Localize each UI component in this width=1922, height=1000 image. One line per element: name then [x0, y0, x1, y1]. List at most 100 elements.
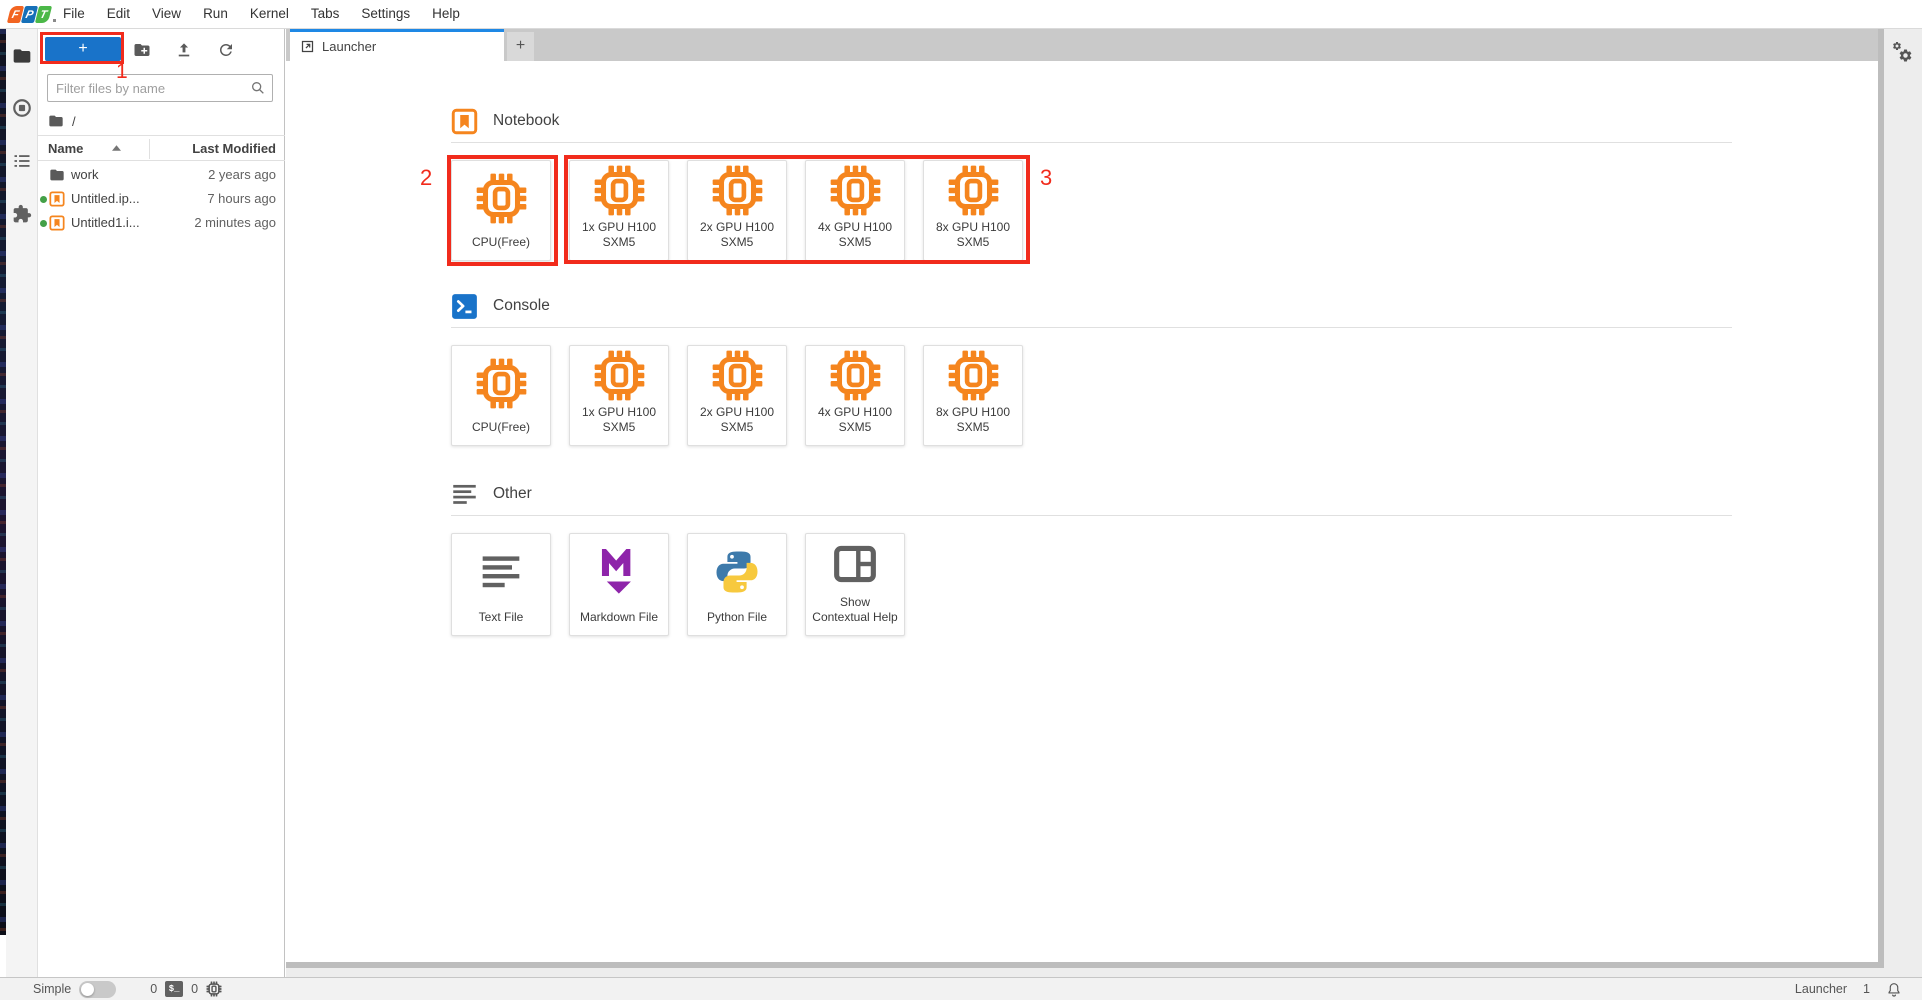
launcher-card-console-1x-gpu-h100[interactable]: 1x GPU H100 SXM5	[569, 345, 669, 446]
section-divider	[451, 142, 1732, 143]
menu-items: File Edit View Run Kernel Tabs Settings …	[52, 0, 471, 28]
search-icon	[250, 80, 266, 96]
bell-icon[interactable]	[1886, 981, 1902, 998]
launcher-panel: Notebook CPU(Free) 1x GPU H100 SXM5 2x G…	[286, 61, 1878, 962]
menu-item-file[interactable]: File	[52, 0, 96, 28]
notification-count: 1	[1863, 982, 1870, 996]
console-cards: CPU(Free) 1x GPU H100 SXM5 2x GPU H100 S…	[451, 345, 1732, 446]
card-label: Show Contextual Help	[812, 595, 897, 626]
filter-files-box	[47, 74, 273, 102]
status-bar-right: Launcher 1	[1795, 981, 1902, 998]
tab-launcher[interactable]: Launcher	[290, 29, 504, 61]
file-row-work[interactable]: work 2 years ago	[38, 163, 285, 187]
launcher-card-notebook-4x-gpu-h100[interactable]: 4x GPU H100 SXM5	[805, 160, 905, 261]
card-label: 4x GPU H100 SXM5	[818, 220, 892, 251]
text-file-icon	[479, 534, 523, 610]
launcher-card-markdown-file[interactable]: Markdown File	[569, 533, 669, 636]
status-bar-left: Simple 0 $_ 0	[33, 981, 222, 998]
card-label: CPU(Free)	[472, 235, 530, 251]
kernel-count: 0	[191, 982, 198, 996]
card-label: 2x GPU H100 SXM5	[700, 220, 774, 251]
fpt-logo: F P T	[9, 4, 56, 24]
column-divider	[149, 139, 150, 159]
launcher-card-notebook-8x-gpu-h100[interactable]: 8x GPU H100 SXM5	[923, 160, 1023, 261]
simple-mode-toggle[interactable]	[79, 981, 116, 998]
filter-files-input[interactable]	[48, 81, 250, 96]
other-cards: Text File Markdown File Python File Show…	[451, 533, 1732, 636]
logo-letter-t: T	[35, 6, 52, 23]
sidebar-tab-extensions[interactable]	[12, 204, 32, 224]
column-header-last-modified[interactable]: Last Modified	[192, 141, 276, 156]
menu-item-view[interactable]: View	[141, 0, 192, 28]
add-tab-button[interactable]: +	[507, 32, 534, 61]
launcher-tab-icon	[300, 39, 315, 54]
toggle-knob	[81, 983, 94, 996]
tab-label: Launcher	[322, 39, 376, 54]
card-label: 4x GPU H100 SXM5	[818, 405, 892, 436]
launcher-card-notebook-2x-gpu-h100[interactable]: 2x GPU H100 SXM5	[687, 160, 787, 261]
section-header-notebook: Notebook	[451, 107, 1732, 135]
menu-item-settings[interactable]: Settings	[350, 0, 421, 28]
menu-bar: F P T File Edit View Run Kernel Tabs Set…	[0, 0, 1922, 29]
launcher-section-console: Console CPU(Free) 1x GPU H100 SXM5 2x GP…	[451, 292, 1732, 446]
breadcrumb[interactable]: /	[48, 112, 76, 130]
card-label: Python File	[707, 610, 767, 626]
menu-item-tabs[interactable]: Tabs	[300, 0, 351, 28]
cpu-chip-icon	[711, 346, 764, 405]
kernel-chip-icon[interactable]	[206, 981, 222, 997]
section-title: Notebook	[493, 112, 559, 130]
launcher-card-python-file[interactable]: Python File	[687, 533, 787, 636]
terminal-count: 0	[150, 982, 157, 996]
cpu-chip-icon	[829, 346, 882, 405]
new-folder-button[interactable]	[133, 41, 151, 59]
card-label: 8x GPU H100 SXM5	[936, 220, 1010, 251]
sidebar-tab-file-browser[interactable]	[12, 46, 32, 66]
simple-mode-label: Simple	[33, 982, 71, 996]
section-divider	[451, 327, 1732, 328]
status-bar: Simple 0 $_ 0 Launcher 1	[0, 977, 1922, 1000]
column-header-name[interactable]: Name	[48, 141, 83, 156]
launcher-card-text-file[interactable]: Text File	[451, 533, 551, 636]
card-label: 8x GPU H100 SXM5	[936, 405, 1010, 436]
launcher-card-notebook-cpu-free[interactable]: CPU(Free)	[451, 160, 551, 261]
cpu-chip-icon	[829, 161, 882, 220]
home-folder-icon	[48, 113, 64, 129]
file-modified: 2 minutes ago	[194, 215, 276, 230]
launcher-card-console-8x-gpu-h100[interactable]: 8x GPU H100 SXM5	[923, 345, 1023, 446]
file-modified: 2 years ago	[208, 167, 276, 182]
launcher-card-console-2x-gpu-h100[interactable]: 2x GPU H100 SXM5	[687, 345, 787, 446]
file-row-untitled-ipynb[interactable]: Untitled.ip... 7 hours ago	[38, 187, 285, 211]
terminal-icon[interactable]: $_	[165, 981, 183, 997]
menu-item-help[interactable]: Help	[421, 0, 471, 28]
upload-button[interactable]	[175, 41, 193, 59]
section-title: Console	[493, 297, 550, 315]
menu-item-edit[interactable]: Edit	[96, 0, 141, 28]
sidebar-tab-running-sessions[interactable]	[12, 98, 32, 118]
card-label: CPU(Free)	[472, 420, 530, 436]
notebook-icon	[49, 191, 65, 207]
activity-bar	[6, 29, 38, 977]
logo-dot	[53, 19, 56, 22]
file-name: Untitled1.i...	[71, 215, 140, 230]
cpu-chip-icon	[947, 161, 1000, 220]
launcher-card-console-cpu-free[interactable]: CPU(Free)	[451, 345, 551, 446]
console-icon	[451, 293, 478, 320]
card-label: 1x GPU H100 SXM5	[582, 220, 656, 251]
file-row-untitled1-ipynb[interactable]: Untitled1.i... 2 minutes ago	[38, 211, 285, 235]
menu-item-kernel[interactable]: Kernel	[239, 0, 300, 28]
launcher-card-notebook-1x-gpu-h100[interactable]: 1x GPU H100 SXM5	[569, 160, 669, 261]
sort-ascending-icon	[112, 145, 121, 151]
file-modified: 7 hours ago	[207, 191, 276, 206]
settings-gears-button[interactable]	[1891, 41, 1917, 67]
menu-item-run[interactable]: Run	[192, 0, 239, 28]
breadcrumb-root: /	[72, 114, 76, 129]
new-launcher-button[interactable]: +	[45, 37, 121, 61]
refresh-button[interactable]	[217, 41, 235, 59]
context-label: Launcher	[1795, 982, 1847, 996]
cpu-chip-icon	[947, 346, 1000, 405]
cpu-chip-icon	[711, 161, 764, 220]
cpu-chip-icon	[593, 161, 646, 220]
launcher-card-console-4x-gpu-h100[interactable]: 4x GPU H100 SXM5	[805, 345, 905, 446]
sidebar-tab-table-of-contents[interactable]	[12, 151, 32, 171]
launcher-card-show-contextual-help[interactable]: Show Contextual Help	[805, 533, 905, 636]
